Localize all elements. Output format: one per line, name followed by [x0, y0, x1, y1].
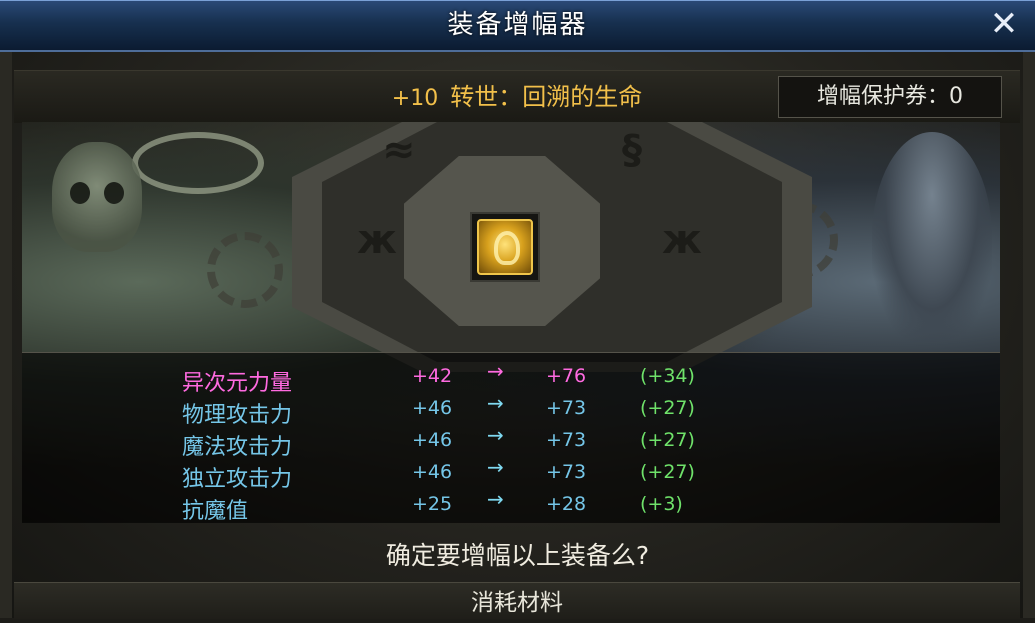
skull-statue-decoration	[52, 142, 142, 252]
item-name: 转世：回溯的生命	[450, 83, 643, 111]
stat-delta: (+27)	[640, 429, 695, 451]
stat-delta: (+34)	[640, 365, 695, 387]
protection-ticket-count: 增幅保护券：0	[778, 76, 1002, 118]
stat-name: 异次元力量	[182, 371, 293, 396]
rune-glyph-icon: ≈	[382, 127, 416, 173]
rune-glyph-icon: ж	[357, 217, 397, 263]
halo-decoration	[132, 132, 264, 194]
gear-icon	[207, 232, 283, 308]
skull-eye	[70, 182, 90, 204]
hooded-figure-decoration	[872, 132, 992, 342]
stat-before: +42	[412, 365, 453, 387]
arrow-right-icon: →	[487, 391, 504, 415]
rune-glyph-icon: §	[622, 127, 642, 173]
stat-row: 独立攻击力 +46 → +73 (+27)	[22, 455, 1000, 493]
amplifier-window: 装备增幅器 ✕ +10 转世：回溯的生命 增幅保护券：0 ж ж ≈ § 异次元力…	[0, 0, 1035, 619]
stat-after: +28	[546, 493, 587, 515]
arrow-right-icon: →	[487, 423, 504, 447]
stat-after: +73	[546, 461, 587, 483]
frame-edge-right	[1023, 52, 1035, 618]
arrow-right-icon: →	[487, 455, 504, 479]
stat-after: +76	[546, 365, 587, 387]
arrow-right-icon: →	[487, 487, 504, 511]
stat-before: +25	[412, 493, 453, 515]
frame-edge-left	[0, 52, 12, 618]
stat-before: +46	[412, 429, 453, 451]
title-bar[interactable]: 装备增幅器 ✕	[0, 0, 1035, 52]
stat-before: +46	[412, 397, 453, 419]
stat-delta: (+27)	[640, 397, 695, 419]
stat-name: 物理攻击力	[182, 403, 293, 428]
window-title: 装备增幅器	[447, 10, 588, 40]
stat-row: 异次元力量 +42 → +76 (+34)	[22, 359, 1000, 397]
golden-ring-item-icon[interactable]	[477, 219, 533, 275]
stat-name: 魔法攻击力	[182, 435, 293, 460]
arrow-right-icon: →	[487, 359, 504, 383]
rune-glyph-icon: ж	[662, 217, 702, 263]
stat-after: +73	[546, 397, 587, 419]
stat-row: 抗魔值 +25 → +28 (+3)	[22, 487, 1000, 525]
stat-name: 独立攻击力	[182, 467, 293, 492]
stat-before: +46	[412, 461, 453, 483]
material-section-header: 消耗材料	[14, 582, 1020, 619]
stat-name: 抗魔值	[182, 499, 249, 524]
stat-delta: (+3)	[640, 493, 683, 515]
skull-eye	[104, 182, 124, 204]
close-icon[interactable]: ✕	[987, 7, 1021, 42]
stat-delta: (+27)	[640, 461, 695, 483]
stat-after: +73	[546, 429, 587, 451]
stats-panel: 异次元力量 +42 → +76 (+34) 物理攻击力 +46 → +73 (+…	[22, 352, 1000, 525]
stat-row: 物理攻击力 +46 → +73 (+27)	[22, 391, 1000, 429]
stat-row: 魔法攻击力 +46 → +73 (+27)	[22, 423, 1000, 461]
item-level: +10	[391, 86, 439, 111]
confirm-prompt: 确定要增幅以上装备么?	[385, 541, 650, 570]
